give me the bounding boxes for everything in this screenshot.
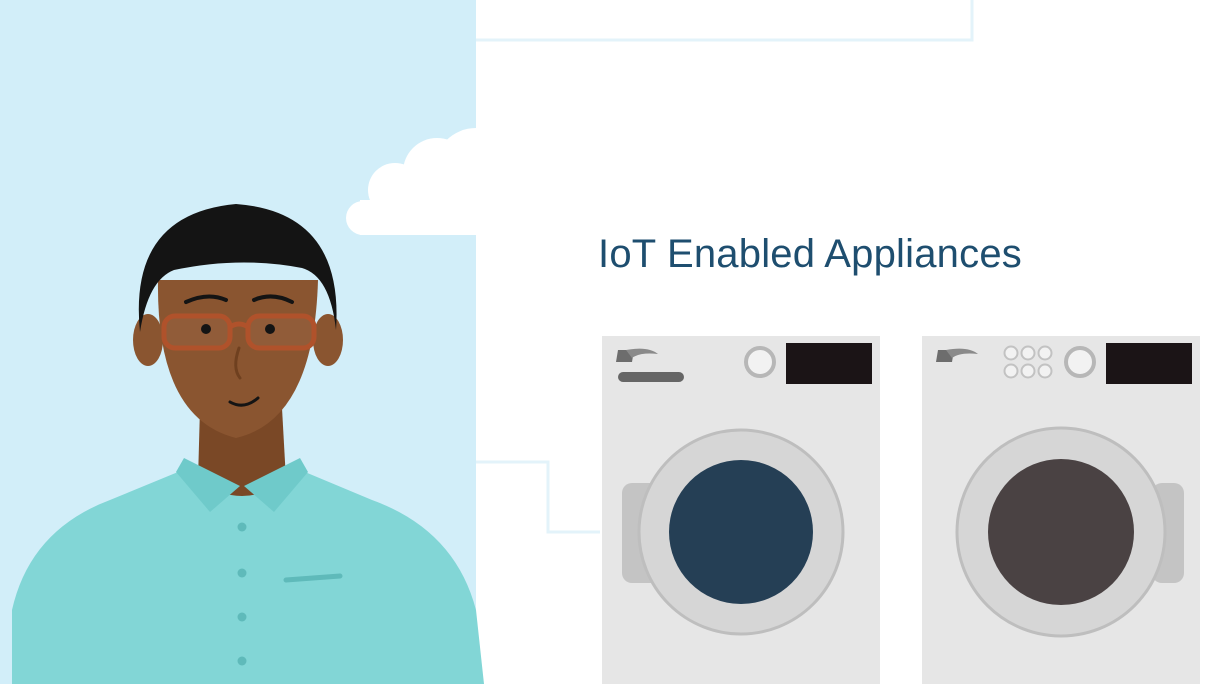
display-panel — [786, 343, 872, 384]
display-panel — [1106, 343, 1192, 384]
ear — [313, 314, 343, 366]
dryer — [922, 336, 1200, 684]
dial-icon — [744, 346, 776, 378]
scene: IoT Enabled Appliances — [0, 0, 1210, 684]
washing-machine — [602, 336, 880, 684]
face — [157, 280, 318, 438]
ear — [133, 314, 163, 366]
person — [12, 204, 484, 684]
page-title: IoT Enabled Appliances — [598, 232, 1022, 276]
shirt-button — [237, 568, 247, 578]
detergent-drawer — [618, 372, 684, 382]
cloud — [346, 128, 518, 235]
dial-icon — [1064, 346, 1096, 378]
shirt-button — [237, 612, 247, 622]
washer-door-glass — [669, 460, 813, 604]
shirt-button — [237, 656, 247, 666]
eye — [201, 324, 211, 334]
illustration — [12, 128, 1200, 684]
eye — [265, 324, 275, 334]
shirt — [12, 472, 484, 684]
shirt-button — [237, 522, 247, 532]
dryer-door-glass — [988, 459, 1134, 605]
